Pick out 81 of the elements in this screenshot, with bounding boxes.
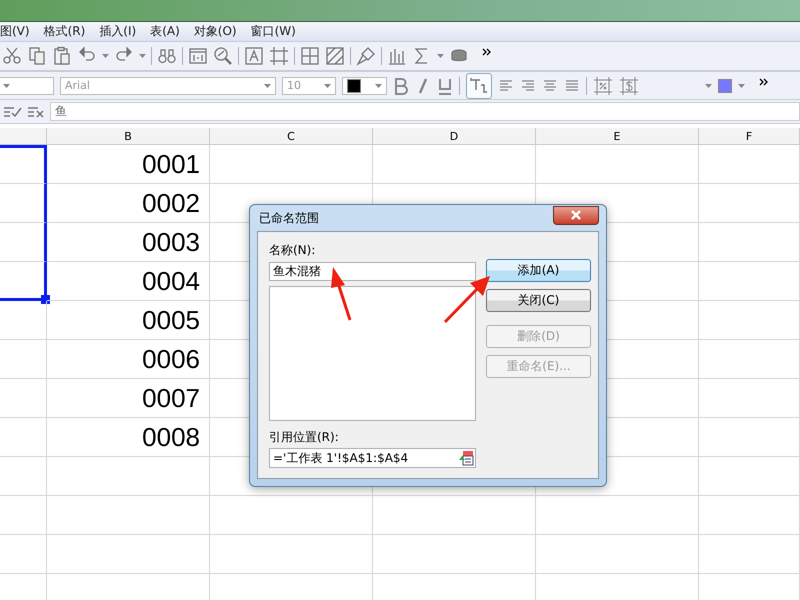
dropdown-arrow-icon[interactable] xyxy=(102,54,109,58)
table-cell[interactable] xyxy=(0,379,47,418)
font-color-dropdown[interactable] xyxy=(342,76,387,94)
fill-color-icon[interactable] xyxy=(718,78,732,92)
table-cell: 0002 xyxy=(47,184,210,223)
column-header[interactable]: B xyxy=(47,128,210,145)
dialog-button[interactable]: 添加(A) xyxy=(486,259,591,282)
menu-item[interactable]: 格式(R) xyxy=(44,23,86,40)
dropdown-arrow-icon xyxy=(324,84,331,88)
align-justify-icon[interactable] xyxy=(564,78,580,92)
formula-input[interactable]: 鱼 xyxy=(50,102,800,121)
currency-icon[interactable] xyxy=(619,76,639,96)
table-cell: 0004 xyxy=(47,262,210,301)
table-cell: 0007 xyxy=(47,379,210,418)
table-cell: 0008 xyxy=(47,418,210,457)
scissors-icon[interactable] xyxy=(2,46,22,66)
selected-cell[interactable] xyxy=(0,184,47,223)
table-cell[interactable] xyxy=(0,535,47,574)
column-header[interactable]: D xyxy=(373,128,536,145)
align-right-icon[interactable] xyxy=(520,78,536,92)
menu-item[interactable]: 对象(O) xyxy=(194,23,237,40)
table-cell: 0003 xyxy=(47,223,210,262)
selected-cell[interactable] xyxy=(0,223,47,262)
dropdown-arrow-icon[interactable] xyxy=(738,84,745,88)
table-cell[interactable] xyxy=(0,301,47,340)
more-icon[interactable] xyxy=(759,78,769,86)
reference-field[interactable]: ='工作表 1'!$A$1:$A$4 xyxy=(269,448,476,468)
grid-icon[interactable] xyxy=(300,46,320,66)
dropdown-arrow-icon xyxy=(3,84,10,88)
table-cell[interactable] xyxy=(0,457,47,496)
dropdown-arrow-icon[interactable] xyxy=(139,54,146,58)
close-button[interactable] xyxy=(553,206,599,224)
paste-icon[interactable] xyxy=(52,46,72,66)
dropdown-arrow-icon[interactable] xyxy=(705,84,712,88)
dialog-title: 已命名范围 xyxy=(258,210,319,226)
text-frame-icon[interactable] xyxy=(466,72,492,98)
align-center-icon[interactable] xyxy=(542,78,558,92)
close-icon xyxy=(570,210,582,220)
chart-icon[interactable] xyxy=(387,46,407,66)
copy-icon[interactable] xyxy=(27,46,47,66)
table-icon[interactable] xyxy=(188,46,208,66)
menu-item[interactable]: 插入(I) xyxy=(99,23,136,40)
fill-handle[interactable] xyxy=(41,295,50,304)
dropdown-arrow-icon[interactable] xyxy=(437,54,444,58)
bold-icon[interactable] xyxy=(393,76,409,94)
cancel-icon[interactable] xyxy=(26,104,46,118)
color-swatch xyxy=(347,78,361,92)
hatch-icon[interactable] xyxy=(325,46,345,66)
menu-item[interactable]: 表(A) xyxy=(150,23,180,40)
more-icon[interactable] xyxy=(482,48,492,56)
zoom-icon[interactable] xyxy=(213,46,233,66)
dropdown-arrow-icon xyxy=(375,84,382,88)
align-left-icon[interactable] xyxy=(498,78,514,92)
table-cell[interactable] xyxy=(0,496,47,535)
lines-icon[interactable] xyxy=(269,46,289,66)
table-cell: 0001 xyxy=(47,145,210,184)
textbox-icon[interactable] xyxy=(244,46,264,66)
table-cell: 0006 xyxy=(47,340,210,379)
brush-icon[interactable] xyxy=(356,46,376,66)
table-cell[interactable] xyxy=(0,340,47,379)
selected-cell[interactable] xyxy=(0,145,47,184)
name-label: 名称(N): xyxy=(269,242,316,258)
annotation-arrow xyxy=(444,276,490,324)
table-cell: 0005 xyxy=(47,301,210,340)
column-header[interactable]: E xyxy=(536,128,699,145)
column-header[interactable]: C xyxy=(210,128,373,145)
menu-item[interactable]: 图(V) xyxy=(0,23,30,40)
table-cell[interactable] xyxy=(0,418,47,457)
menu-item[interactable]: 窗口(W) xyxy=(250,23,296,40)
reference-label: 引用位置(R): xyxy=(269,429,340,445)
range-picker-icon[interactable] xyxy=(458,450,474,466)
percent-icon[interactable] xyxy=(593,76,613,96)
annotation-arrow xyxy=(331,267,352,320)
selected-cell[interactable] xyxy=(0,262,47,301)
dropdown-arrow-icon xyxy=(264,84,271,88)
column-header[interactable]: F xyxy=(699,128,800,145)
underline-icon[interactable] xyxy=(437,76,453,94)
names-list[interactable] xyxy=(269,286,476,421)
accept-icon[interactable] xyxy=(2,104,22,118)
dialog-button[interactable]: 关闭(C) xyxy=(486,289,591,312)
name-field[interactable]: 鱼木混猪 xyxy=(269,262,476,281)
